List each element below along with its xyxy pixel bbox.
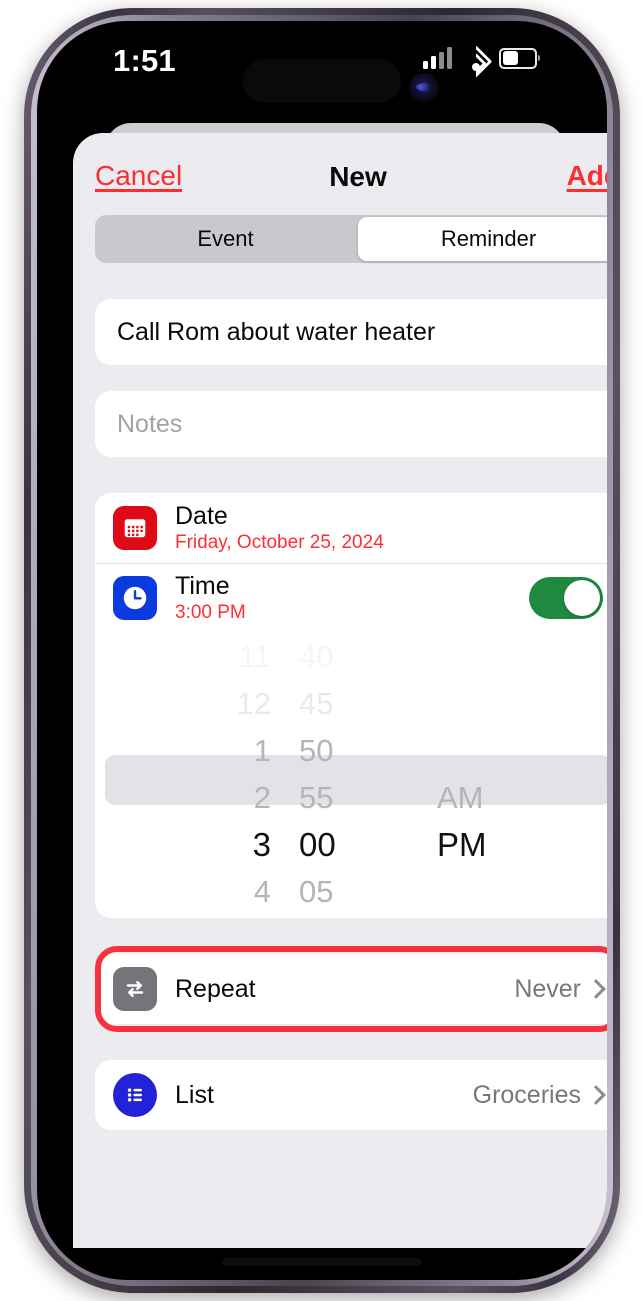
notes-input[interactable]: Notes <box>95 391 607 457</box>
minute-option[interactable]: 10 <box>299 915 411 918</box>
chevron-right-icon <box>586 1085 606 1105</box>
time-row[interactable]: Time 3:00 PM <box>95 563 607 633</box>
hour-option[interactable]: 11 <box>159 633 271 680</box>
repeat-row-text: Repeat <box>175 975 514 1004</box>
repeat-row-label: Repeat <box>175 974 256 1003</box>
page-title: New <box>329 161 387 192</box>
tab-reminder[interactable]: Reminder <box>358 217 607 261</box>
hour-wheel[interactable]: 11 12 1 2 3 4 5 6 7 <box>159 633 285 918</box>
status-bar-time: 1:51 <box>113 43 176 78</box>
title-field-card[interactable]: Call Rom about water heater <box>95 299 607 365</box>
date-row-value[interactable]: Friday, October 25, 2024 <box>175 532 603 554</box>
repeat-row-highlight-wrapper: Repeat Never <box>81 946 607 1032</box>
add-button[interactable]: Add <box>567 160 607 192</box>
front-camera-icon <box>409 73 439 103</box>
dynamic-island <box>243 59 401 103</box>
phone-screen: 1:51 Cancel New Ad Event Reminder Call R… <box>37 21 607 1280</box>
title-input[interactable]: Call Rom about water heater <box>95 299 607 365</box>
home-indicator[interactable] <box>222 1258 422 1266</box>
status-bar-indicators <box>423 43 540 78</box>
repeat-icon <box>113 967 157 1011</box>
status-bar: 1:51 <box>37 21 607 115</box>
time-picker-columns: 11 12 1 2 3 4 5 6 7 40 <box>95 633 607 918</box>
battery-icon <box>499 47 540 69</box>
phone-frame: 1:51 Cancel New Ad Event Reminder Call R… <box>24 8 620 1293</box>
list-row-value: Groceries <box>472 1080 581 1109</box>
hour-option[interactable]: 12 <box>159 680 271 727</box>
date-row-text: Date Friday, October 25, 2024 <box>175 502 603 555</box>
date-row-label: Date <box>175 501 228 530</box>
event-reminder-segmented-control[interactable]: Event Reminder <box>95 215 607 263</box>
period-wheel[interactable]: AM PM <box>411 633 557 918</box>
tab-event[interactable]: Event <box>95 215 356 263</box>
chevron-right-icon <box>586 979 606 999</box>
wifi-icon <box>459 44 492 78</box>
minute-option[interactable]: 05 <box>299 868 411 915</box>
repeat-row-value: Never <box>514 974 581 1003</box>
list-card[interactable]: List Groceries <box>95 1060 607 1130</box>
sheet-navigation-bar: Cancel New Add <box>73 133 607 215</box>
time-row-text: Time 3:00 PM <box>175 572 529 625</box>
list-bullet-icon <box>113 1073 157 1117</box>
hour-option[interactable]: 1 <box>159 727 271 774</box>
hour-option-selected[interactable]: 3 <box>159 821 271 868</box>
time-row-label: Time <box>175 571 230 600</box>
minute-option[interactable]: 55 <box>299 774 411 821</box>
new-reminder-sheet: Cancel New Add Event Reminder Call Rom a… <box>73 133 607 1248</box>
date-row[interactable]: Date Friday, October 25, 2024 <box>95 493 607 563</box>
calendar-icon <box>113 506 157 550</box>
hour-option[interactable]: 4 <box>159 868 271 915</box>
date-time-card: Date Friday, October 25, 2024 Time 3:00 … <box>95 493 607 918</box>
minute-option[interactable]: 50 <box>299 727 411 774</box>
repeat-card[interactable]: Repeat Never <box>95 954 607 1024</box>
repeat-row[interactable]: Repeat Never <box>95 954 607 1024</box>
screenshot-stage: 1:51 Cancel New Ad Event Reminder Call R… <box>0 0 642 1301</box>
minute-option[interactable]: 40 <box>299 633 411 680</box>
minute-option-selected[interactable]: 00 <box>299 821 411 868</box>
period-option-selected[interactable]: PM <box>437 821 557 868</box>
period-option[interactable]: AM <box>437 774 557 821</box>
hour-option[interactable]: 5 <box>159 915 271 918</box>
cellular-bars-icon <box>423 47 452 69</box>
minute-wheel[interactable]: 40 45 50 55 00 05 10 15 20 <box>285 633 411 918</box>
clock-icon <box>113 576 157 620</box>
list-row-text: List <box>175 1081 473 1110</box>
time-picker[interactable]: 11 12 1 2 3 4 5 6 7 40 <box>95 633 607 918</box>
list-row-label: List <box>175 1080 214 1109</box>
minute-option[interactable]: 45 <box>299 680 411 727</box>
list-row[interactable]: List Groceries <box>95 1060 607 1130</box>
notes-field-card[interactable]: Notes <box>95 391 607 457</box>
time-row-value[interactable]: 3:00 PM <box>175 602 529 624</box>
hour-option[interactable]: 2 <box>159 774 271 821</box>
time-toggle[interactable] <box>529 577 603 619</box>
